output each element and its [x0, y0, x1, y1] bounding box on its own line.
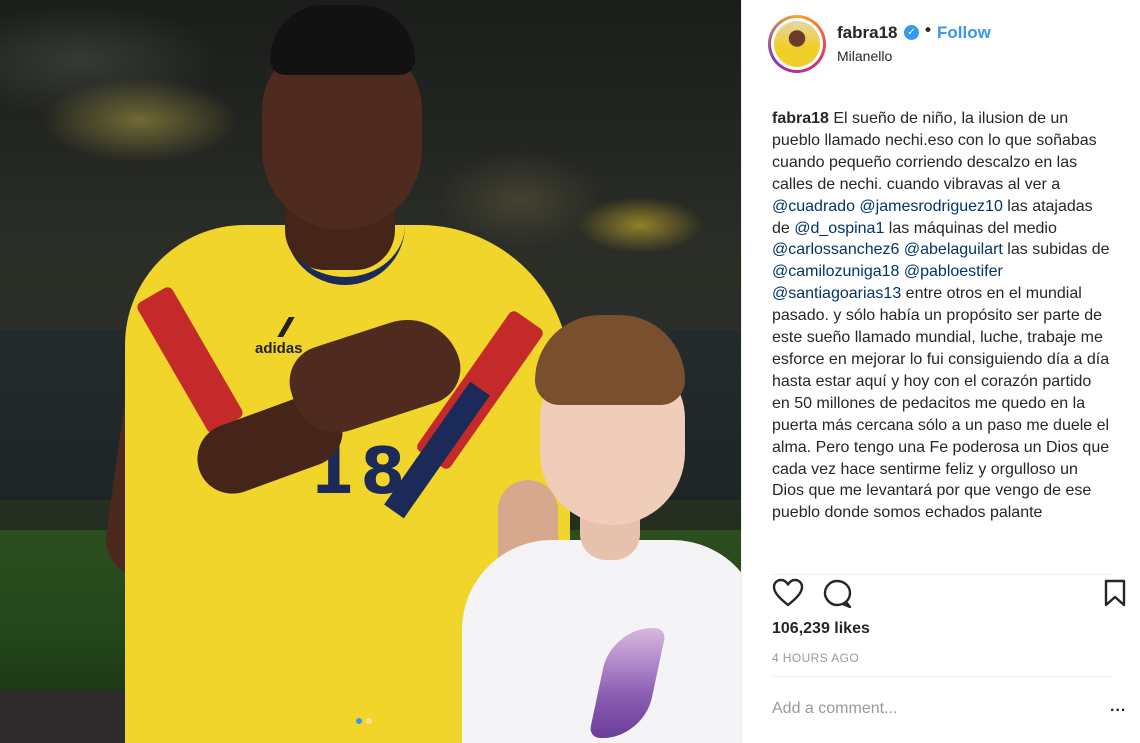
bookmark-icon[interactable]: [1102, 578, 1128, 608]
caption-username[interactable]: fabra18: [772, 110, 829, 127]
avatar-ring: [771, 18, 823, 70]
post-header: fabra18 ✓ • Follow Milanello: [742, 0, 1140, 90]
post-timestamp[interactable]: 4 HOURS AGO: [772, 651, 859, 665]
header-username[interactable]: fabra18: [837, 23, 897, 43]
follow-button[interactable]: Follow: [937, 23, 991, 43]
caption-text: las máquinas del medio: [884, 219, 1057, 237]
avatar[interactable]: [768, 15, 826, 73]
location-link[interactable]: Milanello: [837, 48, 892, 64]
likes-count[interactable]: 106,239 likes: [772, 620, 870, 638]
post-details-panel: fabra18 ✓ • Follow Milanello fabra18 El …: [741, 0, 1140, 743]
mention-link[interactable]: @cuadrado: [772, 198, 855, 215]
mention-link[interactable]: @jamesrodriguez10: [859, 198, 1002, 215]
more-options-button[interactable]: ...: [1110, 698, 1126, 716]
carousel-dot-active[interactable]: [356, 718, 362, 724]
caption: fabra18 El sueño de niño, la ilusion de …: [772, 108, 1110, 566]
mention-link[interactable]: @pabloestifer: [904, 263, 1003, 280]
carousel-dot[interactable]: [366, 718, 372, 724]
mention-link[interactable]: @camilozuniga18: [772, 263, 899, 280]
caption-text: las subidas de: [1002, 241, 1110, 259]
comment-bubble-icon[interactable]: [822, 578, 854, 608]
avatar-image: [774, 21, 820, 67]
carousel-indicator: [356, 718, 372, 724]
comment-input[interactable]: [772, 694, 1092, 724]
heart-icon[interactable]: [772, 578, 804, 608]
divider: [772, 676, 1112, 677]
post-photo[interactable]: adidas 18: [0, 0, 741, 743]
verified-check-icon: ✓: [904, 25, 919, 40]
mention-link[interactable]: @abelaguilart: [904, 241, 1003, 258]
jersey-brand: adidas: [255, 340, 303, 357]
adidas-logo-icon: [273, 317, 301, 337]
player-hair: [270, 5, 415, 75]
mention-link[interactable]: @d_ospina1: [794, 220, 884, 237]
divider: [772, 574, 1112, 575]
jersey-red-stripe-left: [135, 285, 245, 435]
header-separator: •: [925, 20, 931, 39]
mention-link[interactable]: @carlossanchez6: [772, 241, 899, 258]
caption-text: entre otros en el mundial pasado. y sólo…: [772, 285, 1110, 522]
mention-link[interactable]: @santiagoarias13: [772, 285, 901, 302]
